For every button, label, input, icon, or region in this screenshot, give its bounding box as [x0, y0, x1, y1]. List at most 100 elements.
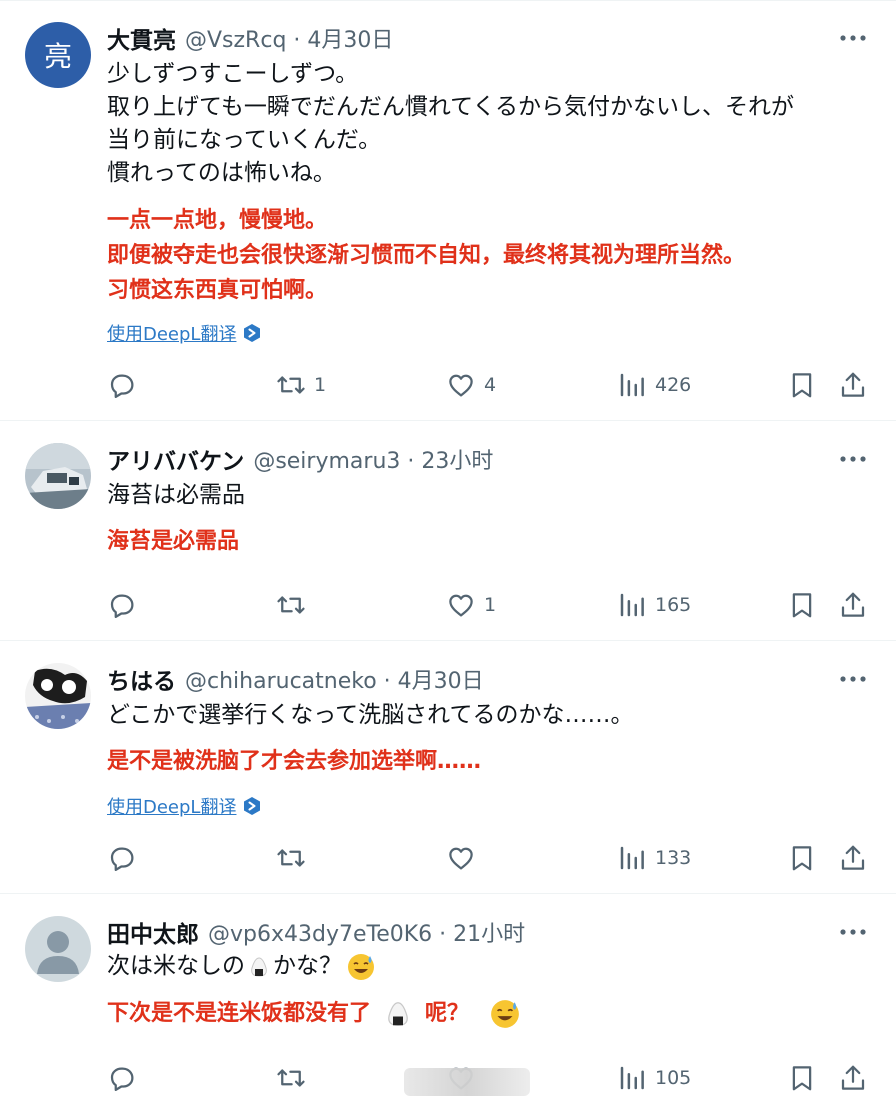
retweet-count: 1	[314, 374, 327, 396]
retweet-icon	[277, 1069, 305, 1087]
post-text-line: 取り上げても一瞬でだんだん慣れてくるから気付かないし、それが	[107, 94, 795, 120]
reply-icon	[110, 847, 134, 871]
author-handle-time[interactable]: @seirymaru3 · 23小时	[253, 443, 493, 475]
author-name[interactable]: 大貫亮	[107, 21, 176, 55]
retweet-button[interactable]	[276, 1058, 314, 1098]
deepl-badge-icon	[244, 324, 261, 342]
post-text: 次は米なしの かな？	[107, 950, 376, 983]
retweet-icon	[277, 376, 305, 394]
views-icon	[620, 593, 644, 617]
action-bar: 1 165	[0, 585, 896, 625]
bookmark-button[interactable]	[787, 585, 817, 625]
author-name[interactable]: ちはる	[107, 662, 176, 696]
bookmark-icon	[792, 846, 812, 871]
translation-text: 一点一点地，慢慢地。 即便被夺走也会很快逐渐习惯而不自知，最终将其视为理所当然。…	[107, 203, 745, 308]
share-icon	[841, 845, 865, 870]
views-icon	[620, 846, 644, 870]
post-header: 田中太郎 @vp6x43dy7eTe0K6 · 21小时	[107, 916, 525, 948]
like-count: 4	[484, 374, 497, 396]
like-button[interactable]: 1	[446, 585, 496, 625]
avatar-photo	[25, 443, 91, 509]
post-text-segment: 次は米なしの	[107, 953, 245, 979]
more-button[interactable]	[838, 24, 868, 52]
translation-line: 一点一点地，慢慢地。	[107, 208, 328, 233]
views-count: 105	[655, 1067, 692, 1089]
author-handle-time[interactable]: @VszRcq · 4月30日	[185, 22, 393, 54]
retweet-button[interactable]	[276, 838, 314, 878]
share-icon	[841, 372, 865, 397]
views-count: 426	[655, 374, 692, 396]
more-button[interactable]	[838, 445, 868, 473]
post-text-line: 海苔は必需品	[107, 482, 245, 508]
more-icon	[840, 676, 866, 682]
avatar-photo	[25, 663, 91, 729]
post-text-line: どこかで選挙行くなって洗脳されてるのかな……。	[107, 702, 634, 728]
avatar[interactable]: 亮	[25, 22, 91, 88]
more-icon	[840, 929, 866, 935]
reply-button[interactable]	[107, 585, 145, 625]
post-3[interactable]: ちはる @chiharucatneko · 4月30日 どこかで選挙行くなって洗…	[0, 641, 896, 894]
author-handle-time[interactable]: @chiharucatneko · 4月30日	[185, 663, 484, 695]
reply-button[interactable]	[107, 1058, 145, 1098]
views-button[interactable]: 165	[617, 585, 691, 625]
translation-line: 习惯这东西真可怕啊。	[107, 278, 328, 303]
reply-button[interactable]	[107, 365, 145, 405]
deepl-translate-link[interactable]: 使用DeepL翻译	[107, 320, 262, 346]
retweet-button[interactable]	[276, 585, 314, 625]
post-header: ちはる @chiharucatneko · 4月30日	[107, 663, 484, 695]
more-icon	[840, 456, 866, 462]
post-text-line: 少しずつすこーしずつ。	[107, 61, 359, 87]
avatar[interactable]	[25, 663, 91, 729]
bookmark-button[interactable]	[787, 1058, 817, 1098]
author-name[interactable]: 田中太郎	[107, 915, 199, 949]
sweat-smile-emoji-icon	[348, 953, 374, 980]
retweet-icon	[277, 596, 305, 614]
share-button[interactable]	[838, 1058, 868, 1098]
translation-line: 海苔是必需品	[107, 529, 240, 554]
share-button[interactable]	[838, 365, 868, 405]
author-handle-time[interactable]: @vp6x43dy7eTe0K6 · 21小时	[208, 916, 525, 948]
views-button[interactable]: 426	[617, 365, 691, 405]
bookmark-icon	[792, 1066, 812, 1091]
like-button[interactable]	[446, 838, 484, 878]
retweet-button[interactable]: 1	[276, 365, 326, 405]
post-text-line: 当り前になっていくんだ。	[107, 127, 382, 153]
retweet-icon	[277, 849, 305, 867]
translation-segment: 下次是不是连米饭都没有了	[107, 1001, 372, 1026]
avatar[interactable]	[25, 916, 91, 982]
reply-button[interactable]	[107, 838, 145, 878]
views-button[interactable]: 133	[617, 838, 691, 878]
reply-icon	[110, 1067, 134, 1091]
watermark-overlay	[404, 1068, 530, 1096]
post-text: 少しずつすこーしずつ。 取り上げても一瞬でだんだん慣れてくるから気付かないし、そ…	[107, 58, 794, 190]
post-text-segment: かな？	[273, 953, 342, 979]
reply-icon	[110, 594, 134, 618]
rice-ball-emoji-icon	[251, 956, 267, 977]
views-button[interactable]: 105	[617, 1058, 691, 1098]
sweat-smile-emoji-icon	[491, 999, 519, 1028]
bookmark-icon	[792, 373, 812, 398]
deepl-translate-link[interactable]: 使用DeepL翻译	[107, 793, 262, 819]
post-2[interactable]: アリババケン @seirymaru3 · 23小时 海苔は必需品 海苔是必需品 …	[0, 421, 896, 641]
author-name[interactable]: アリババケン	[107, 442, 244, 476]
translation-text: 是不是被洗脑了才会去参加选举啊……	[107, 744, 481, 779]
more-button[interactable]	[838, 665, 868, 693]
deepl-translate-label: 使用DeepL翻译	[107, 324, 237, 345]
rice-ball-emoji-icon	[388, 1001, 408, 1026]
action-bar: 133	[0, 838, 896, 878]
share-button[interactable]	[838, 838, 868, 878]
avatar[interactable]	[25, 443, 91, 509]
like-button[interactable]: 4	[446, 365, 496, 405]
post-text-line: 慣れってのは怖いね。	[107, 160, 336, 186]
translation-text: 下次是不是连米饭都没有了 呢？	[107, 996, 521, 1031]
share-icon	[841, 1065, 865, 1090]
share-button[interactable]	[838, 585, 868, 625]
translation-text: 海苔是必需品	[107, 524, 239, 559]
bookmark-icon	[792, 593, 812, 618]
post-1[interactable]: 亮 大貫亮 @VszRcq · 4月30日 少しずつすこーしずつ。 取り上げても…	[0, 0, 896, 421]
bookmark-button[interactable]	[787, 838, 817, 878]
more-button[interactable]	[838, 918, 868, 946]
views-count: 133	[655, 847, 692, 869]
bookmark-button[interactable]	[787, 365, 817, 405]
deepl-badge-icon	[244, 797, 261, 815]
